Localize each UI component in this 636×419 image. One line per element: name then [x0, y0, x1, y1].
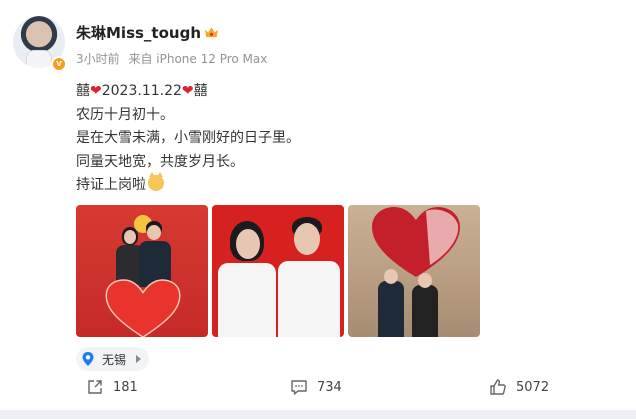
- person-face: [124, 230, 136, 244]
- photo-registration[interactable]: [76, 205, 208, 337]
- weibo-post-card: v 朱琳Miss_tough 3小时前 来自 iPhone 12 Pro Max…: [0, 0, 636, 410]
- username-text[interactable]: 朱琳Miss_tough: [76, 22, 201, 43]
- photo-id[interactable]: [212, 205, 344, 337]
- person-shirt: [278, 261, 340, 337]
- person-shirt: [218, 263, 276, 337]
- thumbs-up-icon: [490, 379, 506, 395]
- person-face: [418, 273, 432, 288]
- person-body: [378, 281, 404, 337]
- like-count: 5072: [516, 379, 550, 395]
- photo-grid: [76, 205, 480, 337]
- post-line-3: 是在大雪未满，小雪刚好的日子里。: [76, 130, 300, 146]
- person-face: [236, 229, 260, 259]
- photo-balloons[interactable]: [348, 205, 480, 337]
- heart-sign-icon: [105, 279, 181, 337]
- location-label: 无锡: [102, 352, 127, 367]
- post-line-2: 农历十月初十。: [76, 106, 174, 123]
- post-line-4: 同量天地宽，共度岁月长。: [76, 153, 244, 170]
- balloon-heart-icon: [372, 207, 460, 277]
- post-content: 囍❤2023.11.22❤囍 农历十月初十。 是在大雪未满，小雪刚好的日子里。 …: [76, 80, 300, 198]
- crown-icon: [205, 27, 218, 38]
- double-happiness-right: 囍: [193, 83, 208, 99]
- location-pin-icon: [82, 352, 94, 366]
- comment-icon: [291, 380, 307, 395]
- username[interactable]: 朱琳Miss_tough: [76, 22, 219, 43]
- person-body: [412, 285, 438, 337]
- comment-button[interactable]: 734: [290, 378, 342, 396]
- action-bar: 181 734 5072: [0, 378, 636, 404]
- comment-count: 734: [317, 379, 342, 395]
- heart-emoji-icon: ❤: [181, 83, 194, 99]
- feed-separator: [0, 410, 636, 419]
- like-button[interactable]: 5072: [489, 378, 549, 396]
- person-face: [294, 223, 320, 255]
- share-icon: [88, 380, 102, 394]
- share-count: 181: [113, 379, 138, 395]
- share-button[interactable]: 181: [86, 378, 138, 396]
- arrow-right-icon: [136, 355, 142, 363]
- avatar-figure: [26, 50, 52, 68]
- post-line-5: 持证上岗啦: [76, 172, 300, 198]
- heart-emoji-icon: ❤: [90, 83, 102, 99]
- cat-emoji-icon: [148, 172, 164, 191]
- post-date: 2023.11.22: [101, 83, 182, 99]
- person-face: [147, 225, 161, 240]
- location-tag[interactable]: 无锡: [76, 347, 150, 371]
- vip-badge-icon: v: [51, 56, 67, 72]
- post-line-5-text: 持证上岗啦: [76, 177, 146, 193]
- double-happiness-left: 囍: [76, 83, 90, 99]
- post-time[interactable]: 3小时前: [76, 52, 120, 66]
- post-line-1: 囍❤2023.11.22❤囍: [76, 80, 300, 104]
- person-face: [384, 269, 398, 284]
- post-source: 来自 iPhone 12 Pro Max: [128, 52, 268, 66]
- post-meta: 3小时前 来自 iPhone 12 Pro Max: [76, 50, 267, 67]
